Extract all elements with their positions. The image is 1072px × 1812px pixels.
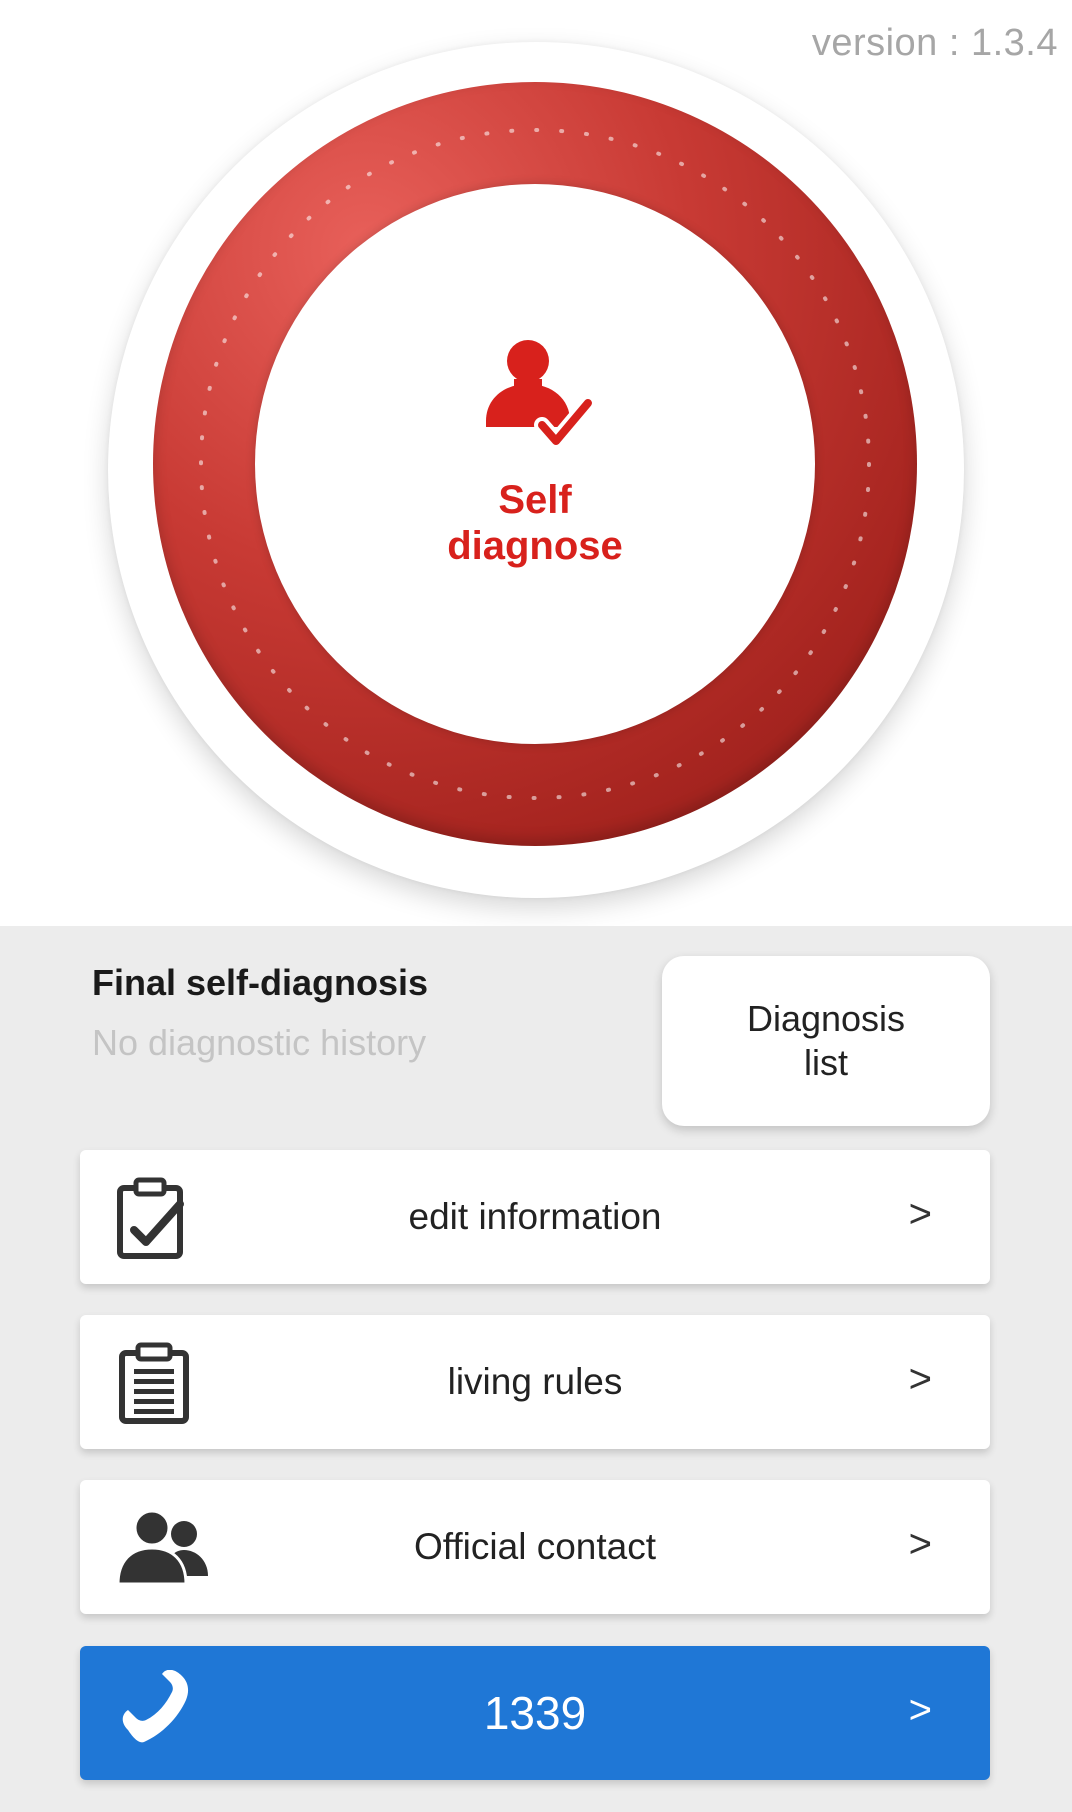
- final-diagnosis-status: No diagnostic history: [92, 1022, 427, 1063]
- edit-information-row[interactable]: edit information >: [80, 1150, 990, 1284]
- version-label: version : 1.3.4: [811, 22, 1058, 64]
- official-contact-label: Official contact: [414, 1526, 656, 1567]
- diagnosis-list-button[interactable]: Diagnosis list: [662, 956, 990, 1126]
- chevron-right-icon: >: [908, 1522, 932, 1566]
- living-rules-row[interactable]: living rules >: [80, 1315, 990, 1449]
- chevron-right-icon: >: [908, 1688, 932, 1732]
- final-diagnosis-title: Final self-diagnosis: [92, 962, 429, 1003]
- person-check-icon: [486, 340, 596, 449]
- chevron-right-icon: >: [908, 1192, 932, 1236]
- diagnosis-list-label: Diagnosis list: [746, 998, 906, 1083]
- self-diagnose-label: Self diagnose: [447, 478, 623, 568]
- living-rules-label: living rules: [447, 1361, 623, 1402]
- official-contact-row[interactable]: Official contact >: [80, 1480, 990, 1614]
- call-1339-button[interactable]: 1339 >: [80, 1646, 990, 1780]
- call-number-label: 1339: [483, 1687, 587, 1739]
- chevron-right-icon: >: [908, 1357, 932, 1401]
- self-diagnose-button[interactable]: Self diagnose: [255, 184, 815, 744]
- edit-information-label: edit information: [408, 1196, 662, 1237]
